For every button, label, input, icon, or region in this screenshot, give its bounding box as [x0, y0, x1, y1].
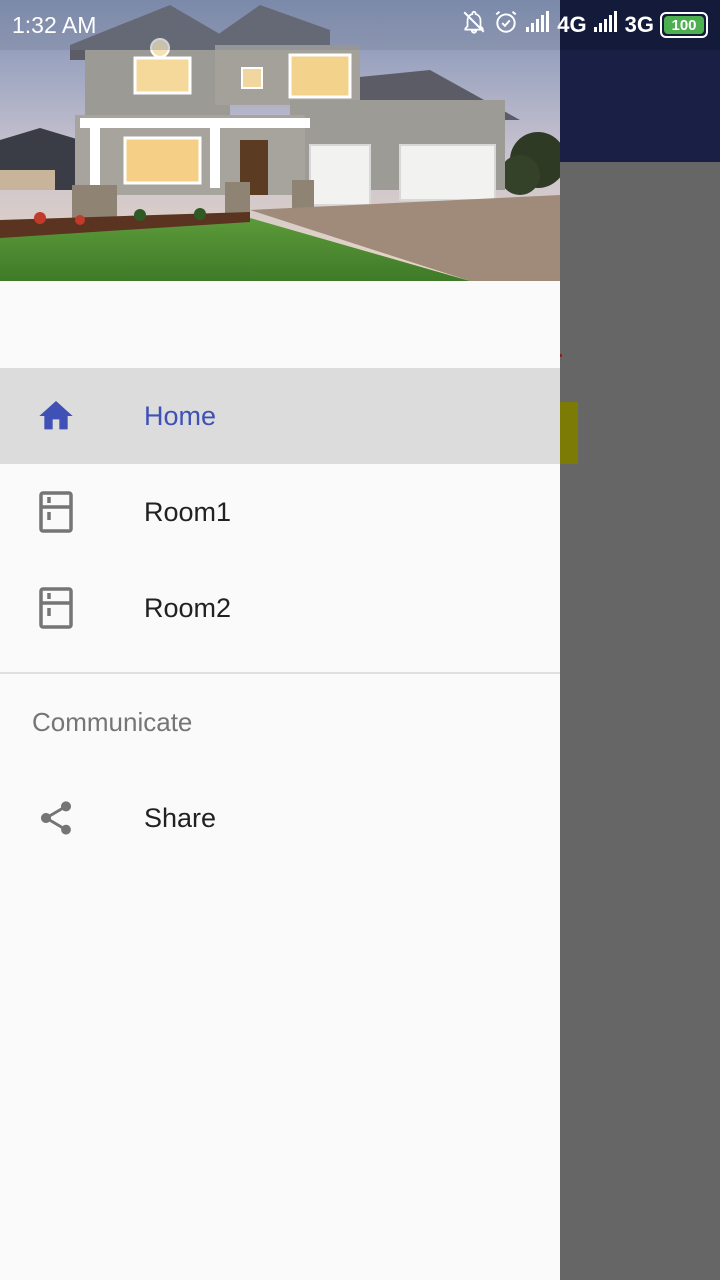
share-icon	[34, 796, 78, 840]
status-bar: 1:32 AM 4G 3G 100	[0, 0, 720, 50]
battery-icon: 100	[660, 12, 708, 38]
status-time: 1:32 AM	[12, 12, 97, 38]
nav-item-home[interactable]: Home	[0, 368, 560, 464]
navigation-drawer: Home Room1 Room2 Communicate Share	[0, 0, 560, 1280]
nav-item-label: Home	[144, 400, 217, 431]
fridge-icon	[34, 490, 78, 534]
fridge-icon	[34, 586, 78, 630]
home-icon	[34, 394, 78, 438]
drawer-scrim[interactable]	[560, 0, 720, 1280]
network-type-2: 3G	[624, 12, 654, 37]
battery-level: 100	[671, 16, 697, 34]
status-icons: 4G 3G 100	[461, 8, 708, 42]
alarm-icon	[493, 9, 519, 41]
signal-icon	[593, 11, 619, 39]
network-type-1: 4G	[557, 12, 587, 37]
drawer-divider	[0, 672, 560, 674]
nav-item-label: Share	[144, 802, 217, 833]
nav-item-label: Room2	[144, 592, 232, 623]
nav-item-room1[interactable]: Room1	[0, 464, 560, 560]
nav-item-share[interactable]: Share	[0, 770, 560, 866]
nav-item-label: Room1	[144, 496, 232, 527]
section-title: Communicate	[32, 707, 193, 737]
signal-icon	[525, 11, 551, 39]
notifications-off-icon	[461, 9, 487, 41]
nav-item-room2[interactable]: Room2	[0, 560, 560, 656]
